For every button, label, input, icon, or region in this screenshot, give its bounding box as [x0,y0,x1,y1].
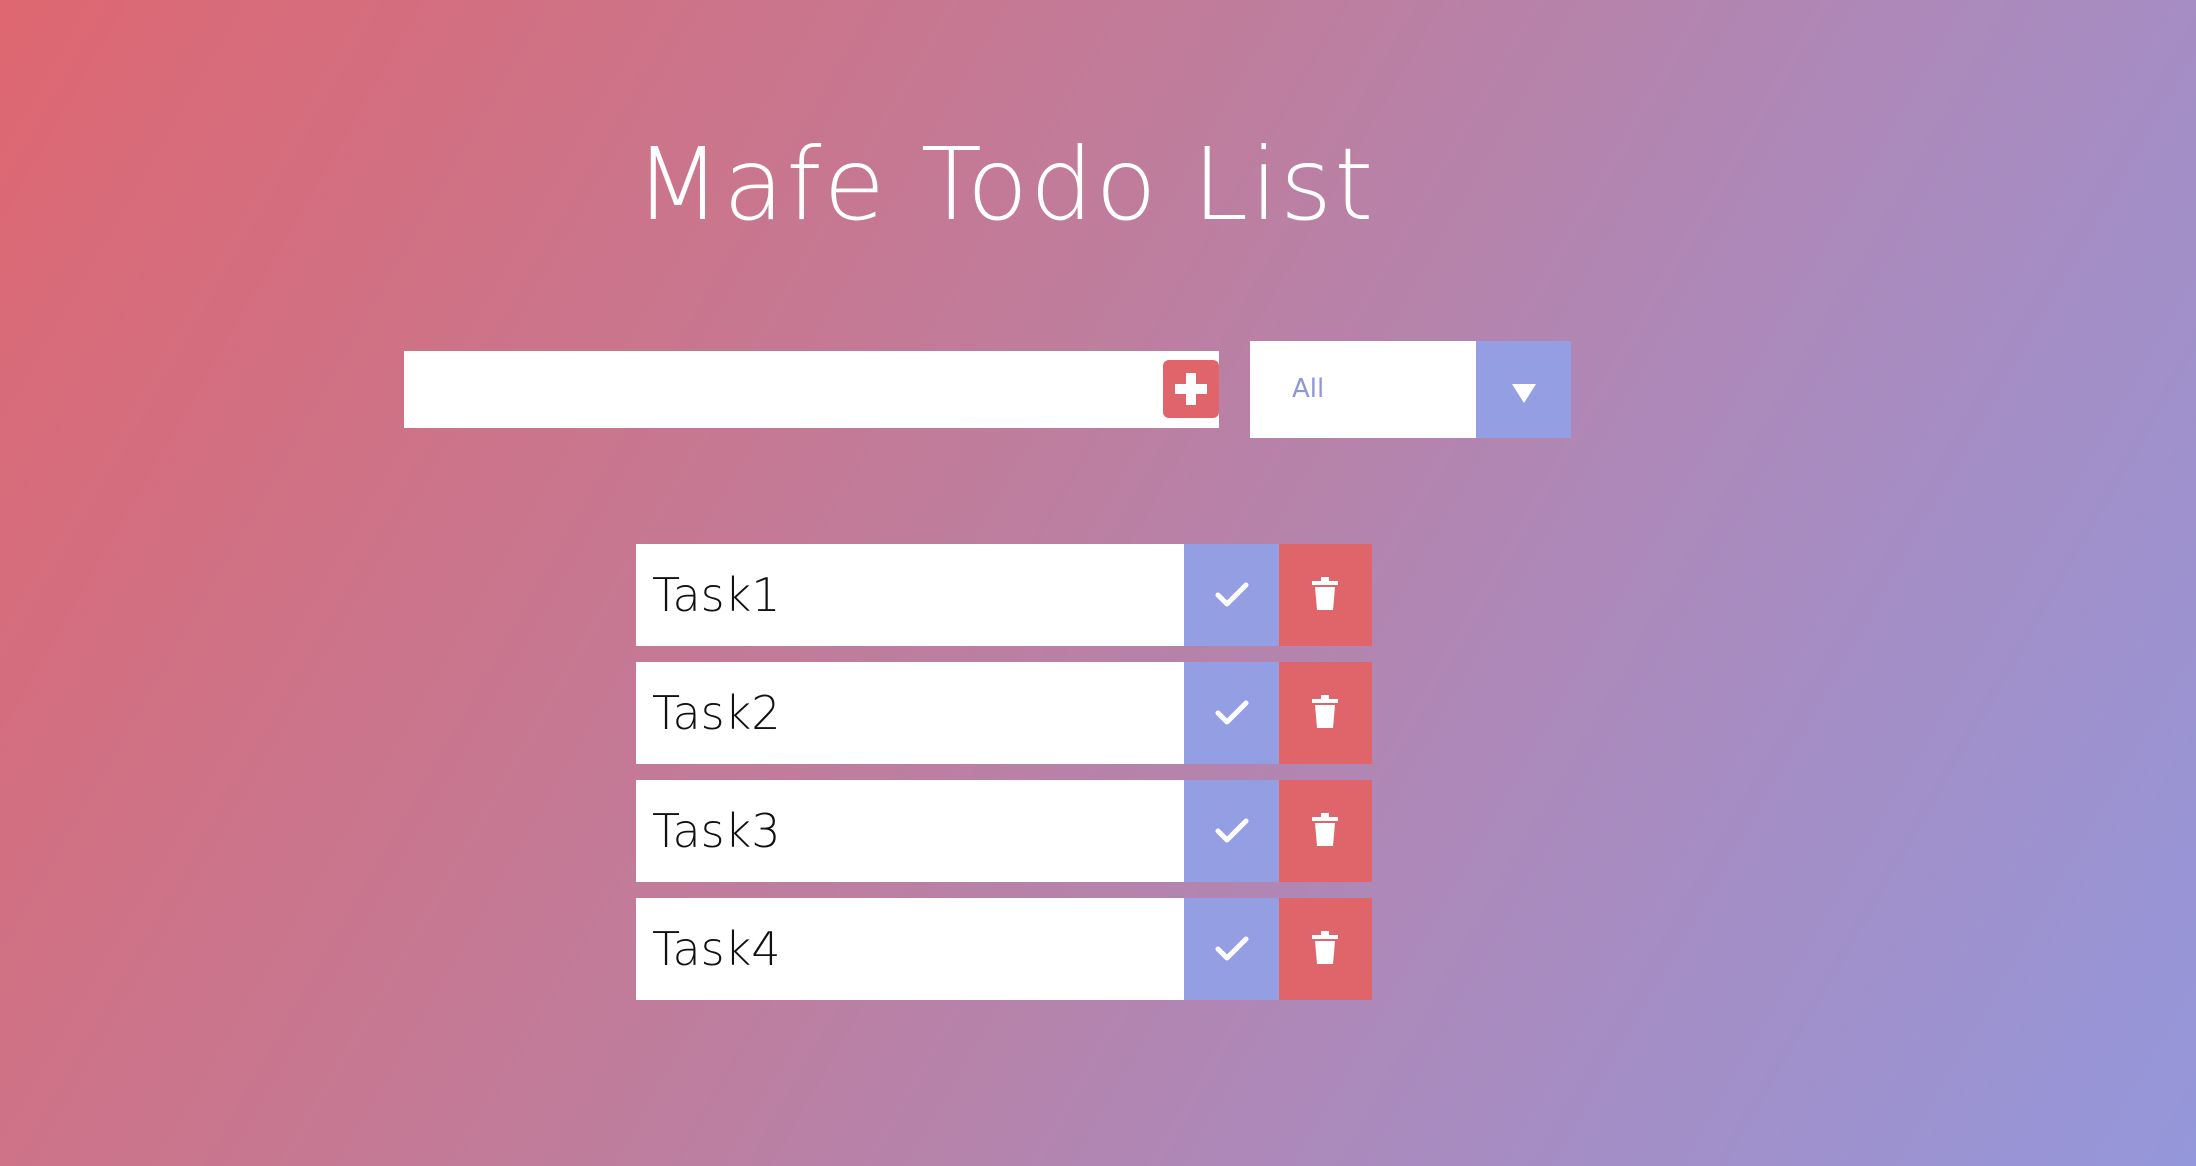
delete-button[interactable] [1279,662,1372,764]
trash-icon [1312,931,1338,964]
trash-icon [1312,813,1338,846]
plus-icon [1175,373,1207,405]
trash-icon [1312,695,1338,728]
complete-button[interactable] [1184,544,1279,646]
check-icon [1215,818,1249,843]
todo-item: Task2 [636,662,1372,764]
check-icon [1215,582,1249,607]
complete-button[interactable] [1184,898,1279,1000]
check-icon [1215,936,1249,961]
delete-button[interactable] [1279,544,1372,646]
todo-item: Task3 [636,780,1372,882]
delete-button[interactable] [1279,780,1372,882]
filter-selected-value: All [1292,374,1325,404]
todo-text: Task3 [636,780,1184,882]
filter-select[interactable]: All [1250,341,1571,438]
todo-list: Task1 Task2 Task3 Task4 [636,544,1372,1016]
page-title: Mafe Todo List [634,126,1376,243]
complete-button[interactable] [1184,780,1279,882]
delete-button[interactable] [1279,898,1372,1000]
check-icon [1215,700,1249,725]
todo-item: Task1 [636,544,1372,646]
complete-button[interactable] [1184,662,1279,764]
triangle-down-icon [1512,384,1536,403]
todo-item: Task4 [636,898,1372,1000]
todo-input[interactable] [404,351,1159,428]
todo-text: Task4 [636,898,1184,1000]
todo-text: Task2 [636,662,1184,764]
filter-dropdown-toggle[interactable] [1476,341,1571,438]
todo-text: Task1 [636,544,1184,646]
add-todo-button[interactable] [1163,360,1219,418]
todo-input-wrapper [404,351,1219,428]
trash-icon [1312,577,1338,610]
